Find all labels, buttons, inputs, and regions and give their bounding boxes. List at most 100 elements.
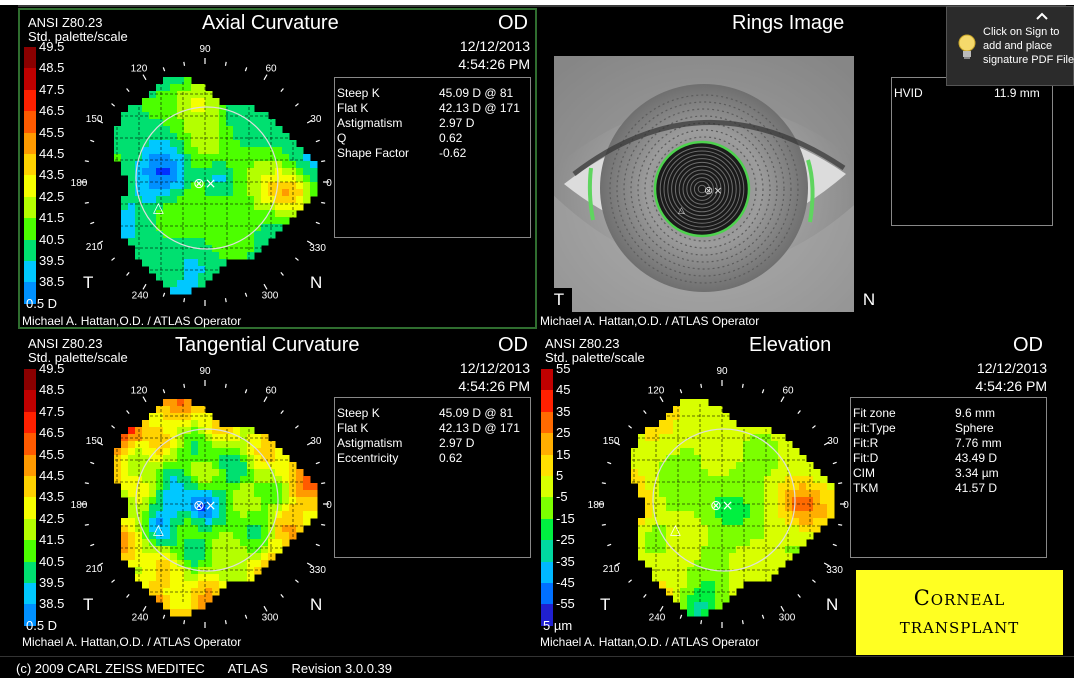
tangential-operator: Michael A. Hattan,O.D. / ATLAS Operator [22,635,242,649]
top-divider [18,5,1066,7]
scale-swatch [541,561,553,583]
scale-label: -45 [556,575,575,590]
info-value: 9.6 mm [955,406,996,420]
status-footer: (c) 2009 CARL ZEISS MEDITEC ATLAS Revisi… [0,656,1074,678]
tangential-eye-label: OD [498,334,528,356]
scale-swatch [541,433,553,455]
axial-standard-label: ANSI Z80.23 [28,15,103,30]
atlas-report-screen: ANSI Z80.23 Std. palette/scale Axial Cur… [0,0,1074,678]
angle-label: 180 [71,500,88,511]
scale-swatch [24,497,36,519]
sign-tooltip[interactable]: Click on Sign to add and place signature… [946,6,1074,86]
scale-label: 25 [556,425,571,441]
rings-side-nasal: N [856,288,882,312]
info-value: 41.57 D [955,481,998,495]
info-label: Steep K [337,406,380,420]
elevation-map[interactable]: 9012060150301800210330240300270⊗×△ [577,362,867,632]
footer-revision: Revision 3.0.0.39 [291,661,392,676]
apex-marker: △ [153,200,164,216]
scale-label: 0.5 D [26,295,58,311]
angle-label: 210 [86,564,103,575]
scale-swatch [24,47,36,69]
axial-title: Axial Curvature [202,12,339,34]
info-label: Eccentricity [337,451,399,465]
info-label: Fit:R [853,436,879,450]
footer-copyright: (c) 2009 CARL ZEISS MEDITEC [16,661,205,676]
elevation-side-temporal: T [600,595,611,614]
eye-photo: ⊗× △ [554,56,854,312]
angle-label: 240 [649,613,666,624]
scale-swatch [541,411,553,434]
lightbulb-icon [958,34,976,59]
angle-label: 0 [843,500,849,511]
angle-label: 30 [827,436,839,447]
info-value: 2.97 D [439,436,475,450]
scale-swatch [24,369,36,391]
scale-label: -5 [556,489,568,505]
info-label: CIM [853,466,875,480]
info-value: 43.49 D [955,451,998,465]
angle-label: 0 [326,178,332,189]
angle-label: 120 [648,386,665,397]
axial-date: 12/12/2013 [459,38,530,54]
info-label: Flat K [337,101,369,115]
collapse-chevron-icon[interactable] [1035,11,1049,21]
axial-color-scale [24,47,36,304]
info-label: Fit zone [853,406,896,420]
scale-swatch [24,390,36,412]
svg-text:⊗×: ⊗× [704,184,722,197]
scale-label: -55 [556,596,575,612]
scale-swatch [24,111,36,133]
info-value: 3.34 µm [955,466,999,480]
angle-label: 150 [86,436,103,447]
axial-info-box: Steep K 45.09 D @ 81 Flat K 42.13 D @ 171 As… [334,77,531,238]
tangential-side-temporal: T [83,595,94,614]
tangential-info-box: Steep K 45.09 D @ 81 Flat K 42.13 D @ 171 As… [334,397,531,558]
scale-swatch [24,411,36,434]
angle-label: 120 [131,386,148,397]
tangential-standard-label: ANSI Z80.23 [28,336,103,351]
scale-swatch [24,196,36,219]
scale-swatch [24,132,36,154]
angle-label: 90 [716,366,728,377]
angle-label: 60 [265,64,277,75]
tangential-curvature-map[interactable]: 9012060150301800210330240300270⊗×△ [60,362,350,632]
scale-label: -15 [556,510,575,526]
info-label: Q [337,131,347,145]
axial-curvature-map[interactable]: 9012060150301800210330240300270⊗×△ [60,40,350,310]
tangential-color-scale [24,369,36,626]
angle-label: 300 [779,613,796,624]
angle-label: 90 [199,366,211,377]
rings-image[interactable]: ⊗× △ [554,56,854,312]
tangential-date: 12/12/2013 [459,360,530,376]
scale-swatch [24,175,36,197]
scale-swatch [541,369,553,391]
angle-label: 180 [588,500,605,511]
info-label: Fit:D [853,451,879,465]
axial-panel[interactable]: ANSI Z80.23 Std. palette/scale Axial Cur… [20,10,535,328]
info-label: Steep K [337,86,380,100]
scale-swatch [541,475,553,498]
scale-label: 5 [556,468,564,483]
angle-label: 330 [309,565,326,576]
angle-label: 30 [310,436,322,447]
info-label: Flat K [337,421,369,435]
info-value: 42.13 D @ 171 [439,101,520,115]
scale-swatch [541,518,553,541]
angle-label: 120 [131,64,148,75]
info-label: Astigmatism [337,436,403,450]
elevation-time: 4:54:26 PM [975,378,1047,394]
tangential-panel[interactable]: ANSI Z80.23 Std. palette/scale Tangentia… [20,334,535,652]
scale-swatch [541,454,553,476]
scale-swatch [24,433,36,455]
info-label: HVID [894,86,923,100]
scale-swatch [541,540,553,562]
info-value: 11.9 mm [994,86,1040,100]
annotation-line-2: transplant [899,614,1020,638]
scale-swatch [541,497,553,519]
angle-label: 60 [782,386,794,397]
scale-label: 5 µm [543,617,573,633]
svg-text:△: △ [678,206,685,216]
elevation-operator: Michael A. Hattan,O.D. / ATLAS Operator [540,635,760,649]
scale-label: -25 [556,532,575,548]
